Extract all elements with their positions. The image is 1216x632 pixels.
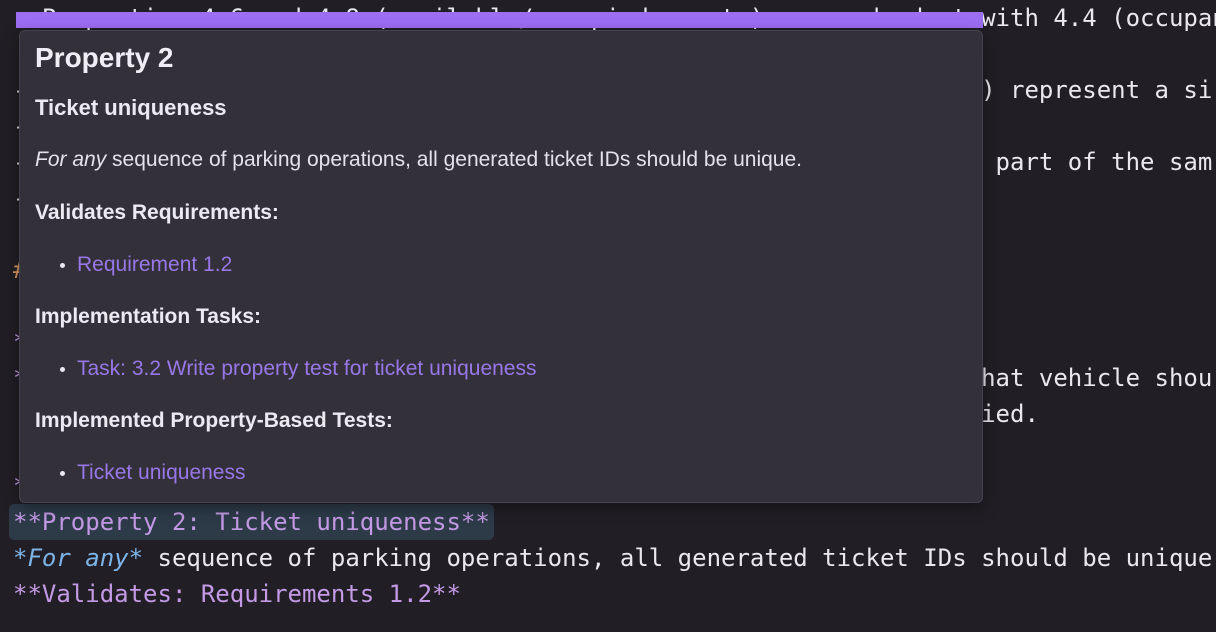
popup-link[interactable]: Ticket uniqueness: [77, 461, 245, 484]
editor-line[interactable]: **Validates: Requirements 1.2**: [13, 576, 1216, 612]
popup-list-item: Task: 3.2 Write property test for ticket…: [77, 355, 962, 382]
editor-area[interactable]: - Properties 4.6 and 4.8 (available/occu…: [0, 0, 1216, 632]
code-segment: sequence of parking operations, all gene…: [143, 544, 1212, 572]
popup-title: Property 2: [35, 43, 962, 73]
line-highlight: **Property 2: Ticket uniqueness**: [13, 508, 490, 536]
popup-sections: Validates Requirements: Requirement 1.2 Im…: [35, 200, 962, 486]
vscode-editor-window: { "window": { "background": "#211e25" },…: [0, 0, 1216, 632]
popup-list-item: Requirement 1.2: [77, 251, 962, 278]
popup-description-rest: sequence of parking operations, all gene…: [106, 148, 802, 171]
code-segment: *For any*: [13, 544, 143, 572]
selection-highlight-bar: [16, 12, 983, 28]
popup-subtitle: Ticket uniqueness: [35, 95, 962, 121]
code-segment: **Validates: Requirements 1.2**: [13, 580, 461, 608]
popup-link[interactable]: Requirement 1.2: [77, 253, 232, 276]
code-segment: **Property 2: Ticket uniqueness**: [13, 508, 490, 536]
popup-section-list: Requirement 1.2: [35, 251, 962, 278]
popup-section-heading: Implemented Property-Based Tests:: [35, 408, 962, 434]
popup-description: For any sequence of parking operations, …: [35, 147, 962, 173]
popup-section-heading: Validates Requirements:: [35, 200, 962, 226]
popup-section-list: Ticket uniqueness: [35, 459, 962, 486]
popup-section-heading: Implementation Tasks:: [35, 304, 962, 330]
popup-list-item: Ticket uniqueness: [77, 459, 962, 486]
editor-line[interactable]: *For any* sequence of parking operations…: [13, 540, 1216, 576]
popup-section-list: Task: 3.2 Write property test for ticket…: [35, 355, 962, 382]
popup-link[interactable]: Task: 3.2 Write property test for ticket…: [77, 357, 537, 380]
popup-description-emphasis: For any: [35, 148, 106, 171]
editor-line[interactable]: **Property 2: Ticket uniqueness**: [13, 504, 1216, 540]
hover-popup: Property 2 Ticket uniqueness For any seq…: [19, 30, 983, 503]
